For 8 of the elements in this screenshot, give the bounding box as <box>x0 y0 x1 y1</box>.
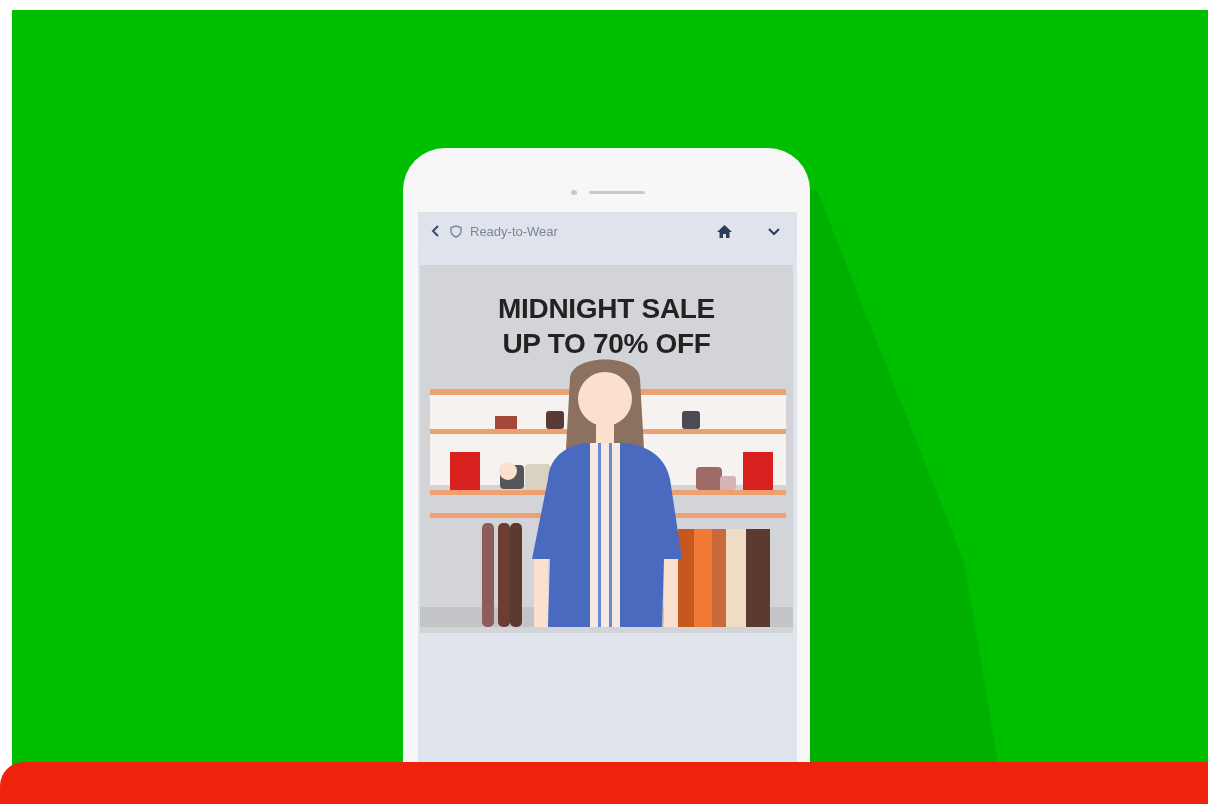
headline: MIDNIGHT SALE <box>498 292 715 326</box>
shield-icon <box>450 224 462 238</box>
page-title: Ready-to-Wear <box>470 223 559 239</box>
headline: UP TO 70% OFF <box>502 327 711 361</box>
speaker-icon <box>570 189 645 195</box>
back-icon <box>430 224 440 238</box>
chevron-down-icon <box>767 226 781 236</box>
home-icon <box>716 223 733 239</box>
